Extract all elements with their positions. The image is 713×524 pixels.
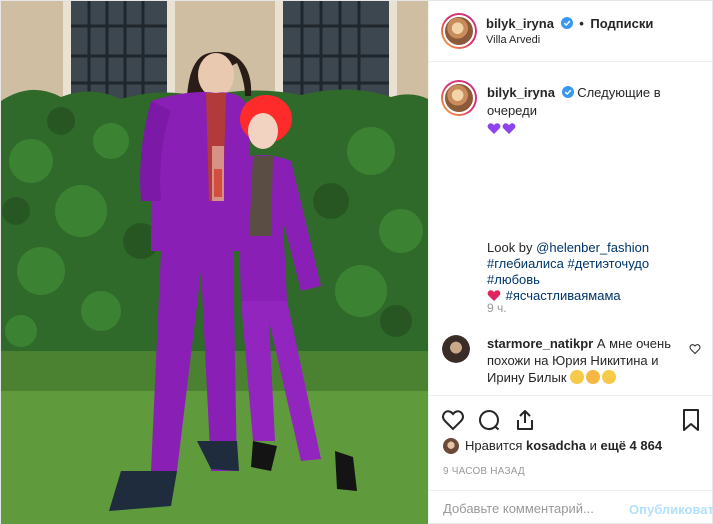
caption-author-avatar[interactable] <box>441 80 477 116</box>
likes-middle: и <box>589 438 597 453</box>
caption-time: 9 ч. <box>487 301 507 315</box>
bookmark-icon[interactable] <box>679 408 703 432</box>
emoji-icon <box>586 370 601 384</box>
liker-username[interactable]: kosadcha <box>526 438 586 453</box>
publish-button[interactable]: Опубликовать <box>629 502 713 517</box>
post-header: bilyk_iryna • Подписки Villa Arvedi <box>429 1 713 62</box>
hashtag-link[interactable]: #детиэточудо <box>568 256 650 271</box>
liker-avatar <box>443 438 459 454</box>
heart-icon[interactable] <box>689 343 701 355</box>
post-timestamp: 9 ЧАСОВ НАЗАД <box>443 466 525 477</box>
commenter-username[interactable]: starmore_natikpr <box>487 336 593 351</box>
purple-heart-icon <box>502 123 516 134</box>
likes-prefix: Нравится <box>465 438 523 453</box>
mention-link[interactable]: @helenber_fashion <box>536 240 649 255</box>
post-photo[interactable] <box>1 1 428 524</box>
hashtag-link[interactable]: #любовь <box>487 272 540 287</box>
photo-illustration <box>1 1 428 524</box>
comment-input[interactable] <box>443 501 623 516</box>
verified-icon <box>560 17 573 29</box>
separator-dot: • <box>579 16 584 31</box>
share-icon[interactable] <box>513 408 537 432</box>
instagram-post: bilyk_iryna • Подписки Villa Arvedi bily… <box>0 0 713 524</box>
post-location[interactable]: Villa Arvedi <box>486 34 540 46</box>
emoji-icon <box>570 370 585 384</box>
likes-summary[interactable]: Нравится kosadcha и ещё 4 864 <box>443 438 662 454</box>
author-avatar[interactable] <box>441 13 477 49</box>
author-username[interactable]: bilyk_iryna <box>486 16 554 31</box>
heart-icon[interactable] <box>441 408 465 432</box>
emoji-icon <box>602 370 617 384</box>
action-bar: Нравится kosadcha и ещё 4 864 9 ЧАСОВ НА… <box>429 395 713 499</box>
hashtag-link[interactable]: #глебиалиса <box>487 256 564 271</box>
add-comment-bar: Опубликовать <box>429 490 713 524</box>
comment-icon[interactable] <box>477 408 501 432</box>
follow-button[interactable]: Подписки <box>590 16 653 31</box>
verified-icon <box>561 86 574 98</box>
purple-heart-icon <box>487 123 501 134</box>
caption-author-username[interactable]: bilyk_iryna <box>487 85 555 100</box>
likes-others[interactable]: ещё 4 864 <box>601 438 663 453</box>
post-panel: bilyk_iryna • Подписки Villa Arvedi bily… <box>428 1 713 524</box>
window-left <box>63 1 175 106</box>
caption-look-prefix: Look by <box>487 240 537 255</box>
hashtag-link[interactable]: #ясчастливаямама <box>506 288 621 303</box>
commenter-avatar[interactable] <box>442 335 470 363</box>
